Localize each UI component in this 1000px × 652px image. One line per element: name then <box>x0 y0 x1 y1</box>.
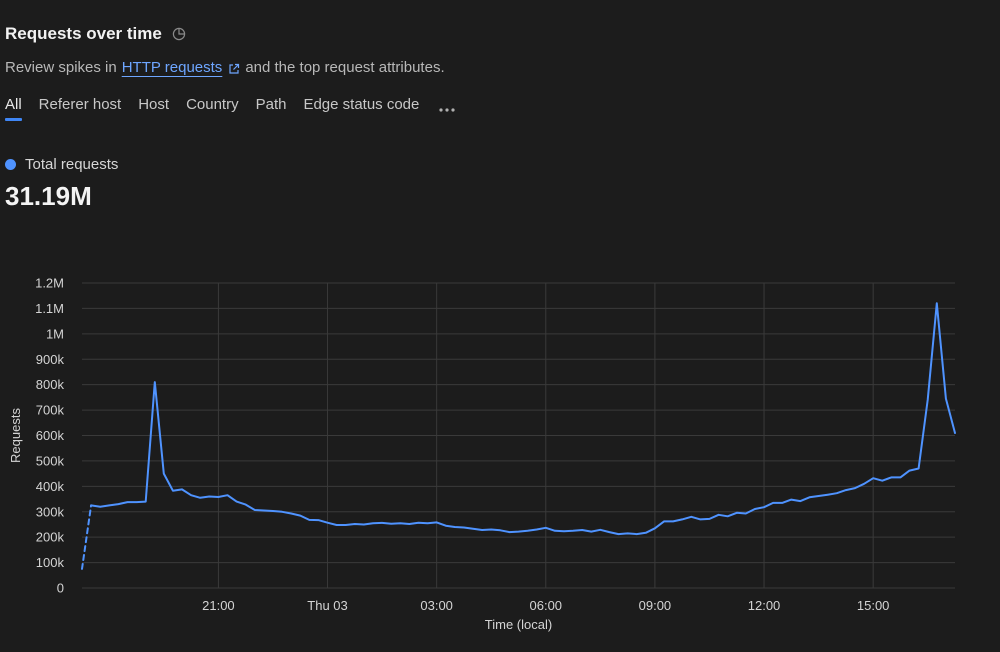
x-axis-ticks: 21:00 Thu 03 03:00 06:00 09:00 12:00 15:00 <box>202 598 889 613</box>
y-tick-label: 400k <box>36 479 65 494</box>
y-tick-label: 300k <box>36 504 65 519</box>
y-tick-label: 800k <box>36 377 65 392</box>
y-tick-label: 0 <box>57 581 64 596</box>
series-total-requests[interactable] <box>82 302 956 570</box>
x-tick-label: 03:00 <box>420 598 453 613</box>
y-tick-label: 1.1M <box>35 301 64 316</box>
x-tick-label: Thu 03 <box>307 598 347 613</box>
y-tick-label: 500k <box>36 453 65 468</box>
requests-line-chart[interactable]: 0 100k 200k 300k 400k 500k 600k 700k 800k 900k 1M 1… <box>0 0 1000 652</box>
x-tick-label: 15:00 <box>857 598 890 613</box>
y-tick-label: 1.2M <box>35 276 64 291</box>
y-axis-ticks: 0 100k 200k 300k 400k 500k 600k 700k 800k 900k 1M 1… <box>35 276 64 596</box>
x-tick-label: 21:00 <box>202 598 235 613</box>
y-tick-label: 700k <box>36 403 65 418</box>
y-tick-label: 200k <box>36 530 65 545</box>
y-tick-label: 600k <box>36 428 65 443</box>
y-tick-label: 100k <box>36 555 65 570</box>
y-tick-label: 1M <box>46 326 64 341</box>
x-tick-label: 06:00 <box>530 598 563 613</box>
y-axis-label: Requests <box>8 408 23 463</box>
x-tick-label: 09:00 <box>639 598 672 613</box>
grid-lines <box>82 282 955 589</box>
x-tick-label: 12:00 <box>748 598 781 613</box>
page: Requests over time Review spikes in HTTP… <box>0 0 1000 652</box>
series-line[interactable] <box>90 302 956 536</box>
y-tick-label: 900k <box>36 352 65 367</box>
x-axis-label: Time (local) <box>485 617 552 632</box>
